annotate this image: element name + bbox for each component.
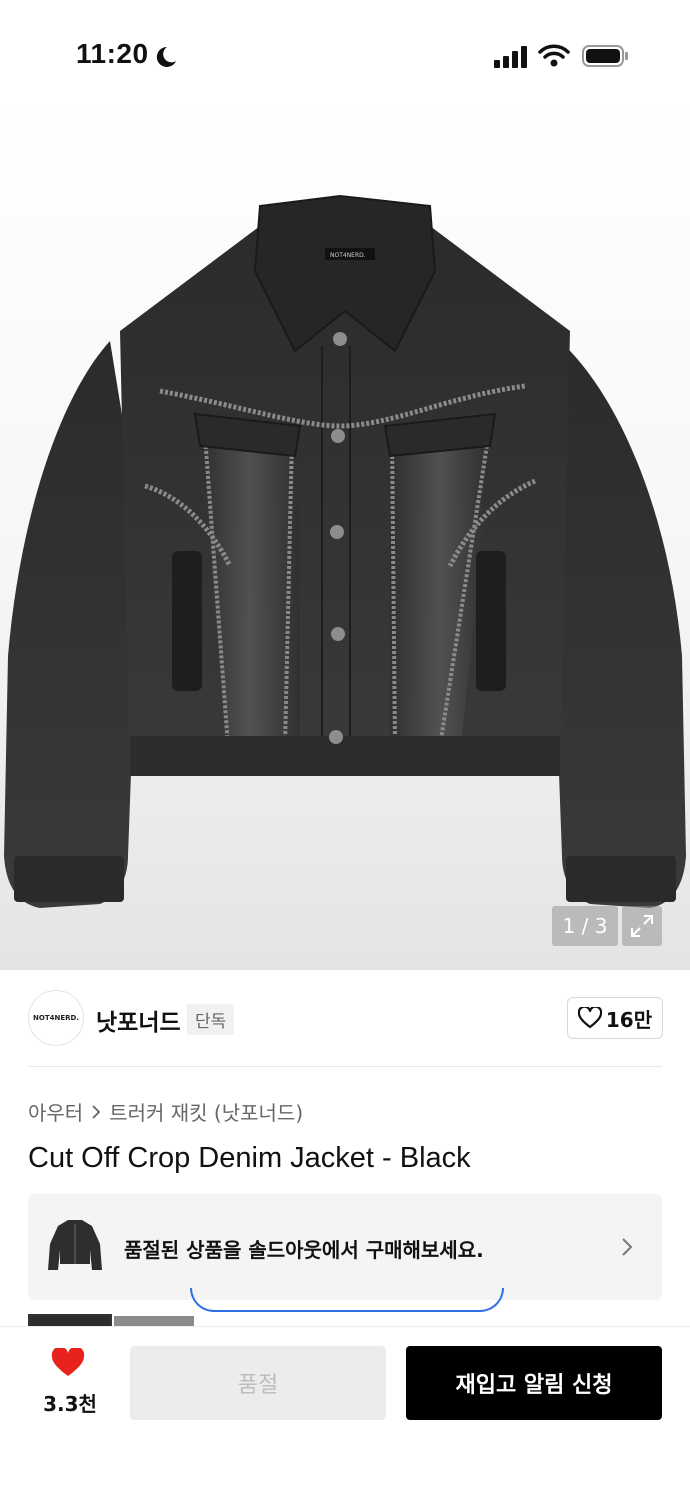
battery-icon xyxy=(582,45,628,67)
brand-name[interactable]: 낫포너드 xyxy=(96,1003,181,1037)
status-time: 11:20 xyxy=(76,38,149,69)
exclusive-badge: 단독 xyxy=(187,1004,235,1035)
breadcrumb: 아우터 트러커 재킷 (낫포너드) xyxy=(28,1097,303,1126)
breadcrumb-subcategory[interactable]: 트러커 재킷 (낫포너드) xyxy=(109,1097,303,1126)
heart-outline-icon xyxy=(577,1007,602,1029)
divider xyxy=(28,1066,662,1067)
overlay-sheet-edge xyxy=(190,1288,504,1312)
soldout-banner-text: 품절된 상품을 솔드아웃에서 구매해보세요. xyxy=(124,1238,484,1262)
brand-like-count: 16만 xyxy=(605,1007,653,1032)
restock-alert-button[interactable]: 재입고 알림 신청 xyxy=(406,1346,662,1420)
heart-filled-icon xyxy=(51,1346,85,1376)
moon-icon xyxy=(156,46,176,67)
image-counter: 1 / 3 xyxy=(552,906,618,946)
svg-text:NOT4NERD.: NOT4NERD. xyxy=(330,252,366,259)
product-image-gallery[interactable]: NOT4NERD. xyxy=(0,96,690,970)
signal-icon xyxy=(494,46,527,68)
chevron-right-icon xyxy=(92,1104,101,1119)
wishlist-button[interactable] xyxy=(38,1346,98,1382)
denim-jacket-image: NOT4NERD. xyxy=(4,194,686,908)
expand-image-button[interactable] xyxy=(622,906,662,946)
expand-icon xyxy=(631,915,653,937)
brand-like-button[interactable]: 16만 xyxy=(567,997,663,1039)
wifi-icon xyxy=(538,44,570,67)
color-thumbnail[interactable] xyxy=(114,1316,194,1326)
soldout-button: 품절 xyxy=(130,1346,386,1420)
brand-logo[interactable]: NOT4NERD. xyxy=(28,990,84,1046)
wishlist-count: 3.3천 xyxy=(43,1392,97,1416)
chevron-right-icon xyxy=(622,1238,633,1256)
banner-jacket-thumbnail xyxy=(48,1220,102,1270)
product-title: Cut Off Crop Denim Jacket - Black xyxy=(28,1142,471,1174)
breadcrumb-category[interactable]: 아우터 xyxy=(28,1097,83,1126)
